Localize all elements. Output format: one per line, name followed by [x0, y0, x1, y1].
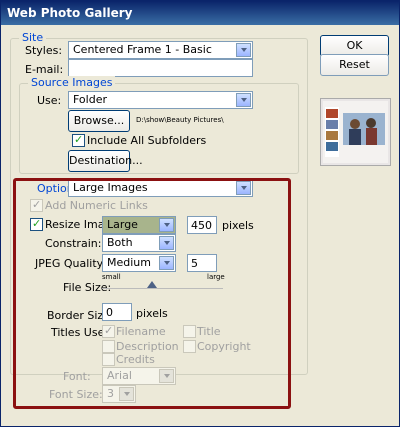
email-field[interactable]	[68, 59, 253, 77]
browse-button[interactable]: Browse...	[68, 110, 130, 132]
preview-thumbnail	[320, 98, 391, 166]
highlight-box	[13, 178, 291, 409]
source-images-legend: Source Images	[28, 76, 116, 89]
chevron-down-icon	[236, 43, 251, 57]
styles-select[interactable]: Centered Frame 1 - Basic	[68, 41, 253, 59]
email-label: E-mail:	[25, 63, 64, 76]
source-path: D:\show\Beauty Pictures\	[136, 116, 224, 124]
styles-label: Styles:	[25, 44, 63, 57]
reset-button[interactable]: Reset	[320, 54, 389, 76]
use-select[interactable]: Folder	[68, 91, 253, 109]
include-subfolders-label: Include All Subfolders	[87, 134, 207, 147]
dialog-window: Web Photo Gallery OK Reset Site Styles: …	[0, 0, 400, 427]
use-label: Use:	[37, 94, 62, 107]
destination-button[interactable]: Destination...	[68, 150, 143, 172]
preview-image-icon	[323, 101, 388, 163]
window-title: Web Photo Gallery	[7, 6, 133, 20]
include-subfolders-checkbox[interactable]	[72, 133, 85, 147]
site-legend: Site	[19, 31, 47, 44]
use-value: Folder	[73, 93, 107, 106]
chevron-down-icon	[236, 93, 251, 107]
styles-value: Centered Frame 1 - Basic	[73, 43, 212, 56]
title-bar[interactable]: Web Photo Gallery	[1, 1, 399, 25]
